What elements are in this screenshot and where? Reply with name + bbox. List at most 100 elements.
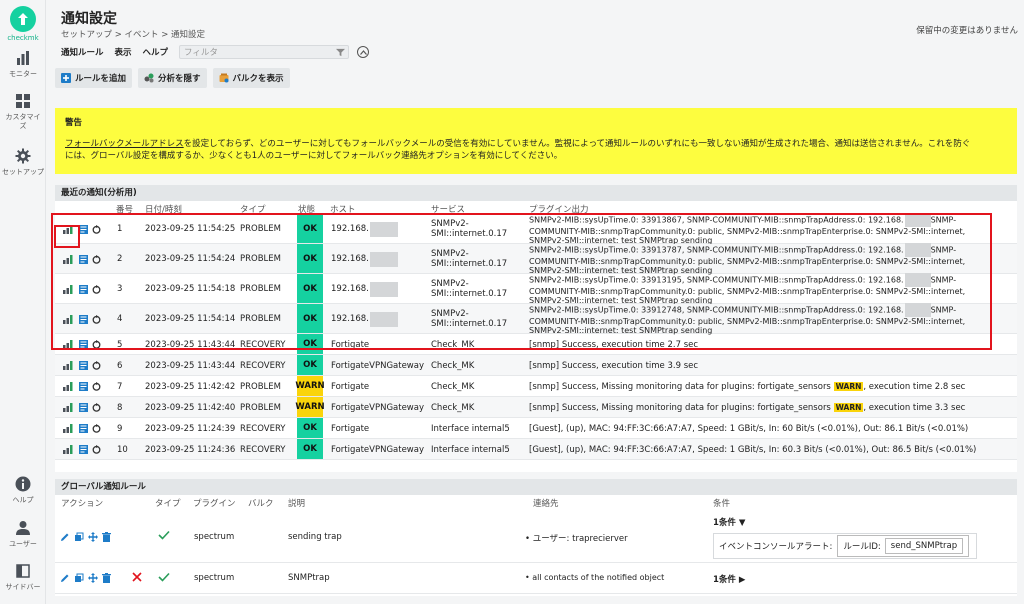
global-rules-header[interactable]: グローバル通知ルール bbox=[55, 479, 1017, 495]
collapse-menu-icon[interactable] bbox=[357, 46, 370, 58]
sidebar-item-help[interactable]: ヘルプ bbox=[0, 476, 46, 505]
replay-icon[interactable] bbox=[92, 361, 101, 370]
row-service[interactable]: Check_MK bbox=[431, 376, 474, 397]
recent-notifications-header[interactable]: 最近の通知(分析用) bbox=[55, 185, 1017, 201]
row-host[interactable]: Fortigate bbox=[331, 418, 369, 439]
sidebar-item-sidebar[interactable]: サイドバー bbox=[0, 563, 46, 592]
condition-label: イベントコンソールアラート: bbox=[719, 542, 833, 552]
row-datetime: 2023-09-25 11:24:36 bbox=[145, 444, 236, 455]
delete-icon[interactable] bbox=[102, 573, 111, 583]
host-text: FortigateVPNGateway bbox=[331, 444, 424, 455]
table-row: 9 2023-09-25 11:24:39 RECOVERY OK Fortig… bbox=[55, 418, 1017, 439]
rule-plugin: spectrum bbox=[194, 532, 235, 542]
host-text: FortigateVPNGateway bbox=[331, 402, 424, 413]
sidebar-item-monitor[interactable]: モニター bbox=[0, 50, 46, 79]
row-datetime: 2023-09-25 11:42:42 bbox=[145, 381, 236, 392]
rule-id-label: ルールID: bbox=[843, 542, 881, 552]
row-datetime: 2023-09-25 11:24:39 bbox=[145, 423, 236, 434]
delete-icon[interactable] bbox=[102, 532, 111, 542]
rule-row: spectrum sending trap • ユーザー: traprecier… bbox=[55, 510, 1017, 563]
replay-icon[interactable] bbox=[92, 445, 101, 454]
menu-notification-rules[interactable]: 通知ルール bbox=[61, 46, 104, 58]
analyze-bar-icon[interactable] bbox=[63, 424, 75, 433]
row-host[interactable]: FortigateVPNGateway bbox=[331, 397, 424, 418]
service-text: Check_MK bbox=[431, 381, 475, 392]
menu-help[interactable]: ヘルプ bbox=[143, 46, 169, 58]
rule-plugin: spectrum bbox=[194, 573, 235, 583]
row-type: RECOVERY bbox=[240, 444, 286, 455]
sidebar-item-label: セットアップ bbox=[2, 168, 44, 176]
row-type: RECOVERY bbox=[240, 423, 286, 434]
analyze-bar-icon[interactable] bbox=[63, 361, 75, 370]
highlight-box-analyze-icon bbox=[54, 225, 80, 248]
rule-contact: • all contacts of the notified object bbox=[525, 573, 665, 582]
page-title: 通知設定 bbox=[61, 11, 117, 27]
hide-analysis-button[interactable]: 分析を隠す bbox=[138, 68, 207, 88]
row-actions bbox=[63, 376, 105, 397]
action-toolbar: ルールを追加 分析を隠す バルクを表示 bbox=[55, 68, 296, 88]
fallback-email-link[interactable]: フォールバックメールアドレス bbox=[65, 139, 184, 149]
edit-icon[interactable] bbox=[60, 532, 70, 542]
edit-icon[interactable] bbox=[60, 573, 70, 583]
clone-icon[interactable] bbox=[74, 532, 84, 542]
context-icon[interactable] bbox=[79, 445, 88, 454]
row-datetime: 2023-09-25 11:42:40 bbox=[145, 402, 236, 413]
checkmk-logo[interactable] bbox=[10, 6, 36, 32]
output-text: [snmp] Success, Missing monitoring data … bbox=[529, 381, 831, 392]
filter-input[interactable]: フィルタ bbox=[179, 45, 350, 59]
column-actions: アクション bbox=[61, 499, 104, 509]
brand-name: checkmk bbox=[7, 34, 39, 42]
rule-condition-toggle[interactable]: 1条件 ▶ bbox=[713, 573, 745, 585]
show-bulk-label: バルクを表示 bbox=[232, 74, 284, 84]
row-service[interactable]: Check_MK bbox=[431, 355, 474, 376]
main-content: 通知設定 セットアップ > イベント > 通知設定 保留中の変更はありません 通… bbox=[47, 0, 1024, 604]
analyze-bar-icon[interactable] bbox=[63, 382, 75, 391]
menu-display[interactable]: 表示 bbox=[115, 46, 132, 58]
rule-description: sending trap bbox=[288, 532, 342, 542]
analyze-bar-icon[interactable] bbox=[63, 445, 75, 454]
row-host[interactable]: FortigateVPNGateway bbox=[331, 355, 424, 376]
breadcrumb[interactable]: セットアップ > イベント > 通知設定 bbox=[61, 28, 205, 40]
sidebar-item-customize[interactable]: カスタマイズ bbox=[0, 93, 46, 131]
rule-row: spectrum SNMPtrap • all contacts of the … bbox=[55, 564, 1017, 594]
replay-icon[interactable] bbox=[92, 403, 101, 412]
user-icon bbox=[15, 520, 31, 536]
row-output: [Guest], (up), MAC: 94:FF:3C:66:A7:A7, S… bbox=[529, 439, 1015, 460]
rule-description: SNMPtrap bbox=[288, 573, 330, 583]
sidebar-item-label: サイドバー bbox=[5, 583, 41, 591]
row-host[interactable]: Fortigate bbox=[331, 376, 369, 397]
replay-icon[interactable] bbox=[92, 382, 101, 391]
sidebar-item-user[interactable]: ユーザー bbox=[0, 520, 46, 549]
analyze-bar-icon[interactable] bbox=[63, 403, 75, 412]
context-icon[interactable] bbox=[79, 382, 88, 391]
output-text: [snmp] Success, execution time 3.9 sec bbox=[529, 360, 699, 371]
row-host[interactable]: FortigateVPNGateway bbox=[331, 439, 424, 460]
context-icon[interactable] bbox=[79, 361, 88, 370]
row-service[interactable]: Check_MK bbox=[431, 397, 474, 418]
row-actions bbox=[63, 355, 105, 376]
cross-icon bbox=[132, 572, 142, 585]
clone-icon[interactable] bbox=[74, 573, 84, 583]
rule-contact-text: ユーザー: traprecierver bbox=[532, 534, 628, 544]
sidebar-item-setup[interactable]: セットアップ bbox=[0, 148, 46, 177]
add-rule-button[interactable]: ルールを追加 bbox=[55, 68, 133, 88]
service-text: Check_MK bbox=[431, 360, 475, 371]
table-row: 10 2023-09-25 11:24:36 RECOVERY OK Forti… bbox=[55, 439, 1017, 460]
show-bulk-button[interactable]: バルクを表示 bbox=[212, 68, 290, 88]
output-text: [Guest], (up), MAC: 94:FF:3C:66:A7:A7, S… bbox=[529, 423, 969, 434]
pending-changes-status[interactable]: 保留中の変更はありません bbox=[916, 24, 1018, 36]
row-service[interactable]: Interface internal5 bbox=[431, 418, 510, 439]
row-actions bbox=[63, 397, 105, 418]
row-service[interactable]: Interface internal5 bbox=[431, 439, 510, 460]
row-output: [snmp] Success, Missing monitoring data … bbox=[529, 376, 1015, 397]
rule-condition-toggle[interactable]: 1条件 ▼ bbox=[713, 516, 745, 528]
column-contact: 連絡先 bbox=[533, 499, 559, 509]
move-icon[interactable] bbox=[88, 573, 98, 583]
context-icon[interactable] bbox=[79, 424, 88, 433]
context-icon[interactable] bbox=[79, 403, 88, 412]
host-text: Fortigate bbox=[331, 381, 370, 392]
replay-icon[interactable] bbox=[92, 424, 101, 433]
move-icon[interactable] bbox=[88, 532, 98, 542]
row-num: 8 bbox=[117, 402, 123, 413]
highlight-box-snmp-rows bbox=[51, 213, 992, 350]
